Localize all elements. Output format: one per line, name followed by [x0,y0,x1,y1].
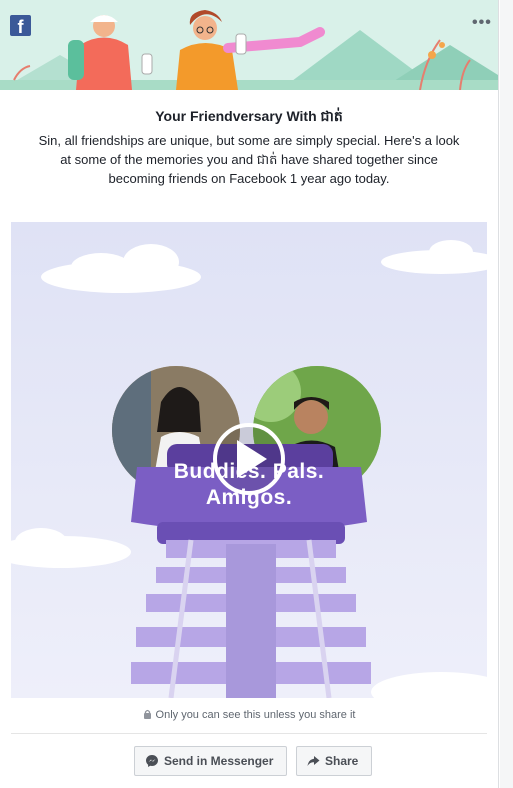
share-label: Share [325,754,359,768]
banner-illustration [0,0,498,90]
send-in-messenger-button[interactable]: Send in Messenger [134,746,287,776]
messenger-icon [146,755,158,767]
play-icon[interactable] [213,423,285,495]
page-background-strip [500,0,513,788]
more-options-icon[interactable]: ••• [472,14,492,32]
lock-icon [143,709,151,719]
post-title: Your Friendversary With ជាត់ [155,108,343,124]
share-arrow-icon [307,756,320,766]
post-description: Sin, all friendships are unique, but som… [38,133,460,186]
privacy-text: Only you can see this unless you share i… [155,709,356,721]
facebook-logo-icon: f [10,15,31,37]
friendversary-video[interactable]: Buddies. Pals. Amigos. [11,222,487,698]
share-button[interactable]: Share [296,746,372,776]
friendversary-card: f ••• Your Friendversary With ជាត់ Sin, … [0,0,499,788]
send-in-messenger-label: Send in Messenger [164,754,274,768]
illustration-banner: f ••• [0,0,498,90]
divider [11,733,487,734]
privacy-notice: Only you can see this unless you share i… [0,709,498,721]
